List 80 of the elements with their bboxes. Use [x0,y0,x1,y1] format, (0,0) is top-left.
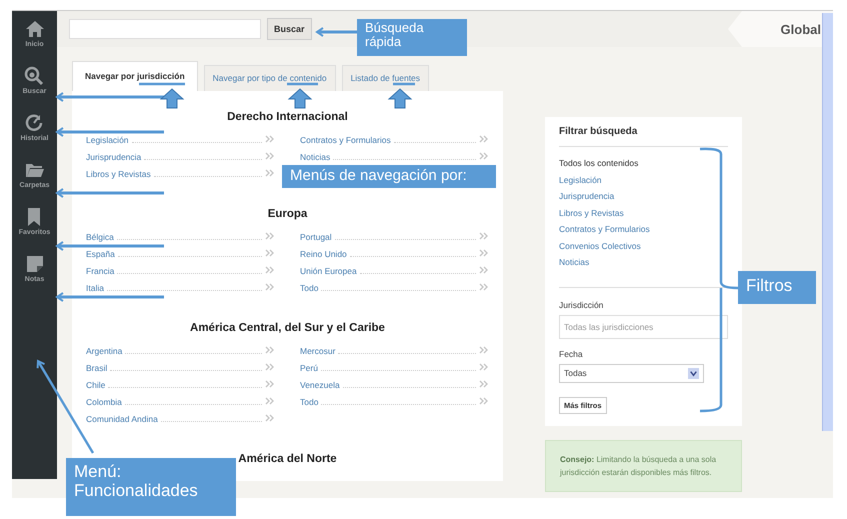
chevrons-icon [265,380,275,388]
chevrons-icon [265,232,275,240]
chevrons-icon [265,397,275,405]
search-field[interactable] [69,19,261,39]
scrollbar[interactable] [822,13,833,431]
chevrons-icon [265,249,275,257]
jurisdiction-field[interactable]: Todas las jurisdicciones [559,314,728,338]
tab[interactable]: Navegar por jurisdicción [72,61,198,91]
chevrons-icon [479,380,489,388]
filter-option[interactable]: Contratos y Formularios [559,221,650,238]
link[interactable]: España [86,249,115,259]
annotation-arrow [287,82,318,108]
date-dropdown[interactable]: Todas [559,364,704,382]
dropdown-arrow-icon [688,368,699,378]
section-heading: América Central, del Sur y el Caribe [189,322,386,334]
chevrons-icon [265,135,275,143]
annotation-label: Menú: Funcionalidades [66,458,236,516]
annotation-label: Menús de navegación por: [282,165,496,188]
section-heading: América del Norte [237,453,338,465]
link[interactable]: Argentina [86,346,122,356]
link[interactable]: Venezuela [300,380,340,390]
link[interactable]: Brasil [86,363,108,373]
link[interactable]: Perú [300,363,318,373]
filter-option[interactable]: Todos los contenidos [559,155,638,172]
link[interactable]: Reino Unido [300,249,347,259]
chevrons-icon [479,283,489,291]
home-icon [24,19,44,39]
annotation-label: Filtros [738,271,816,304]
annotation-arrow [388,82,415,108]
link[interactable]: Libros y Revistas [86,169,151,179]
scope-tab[interactable]: Global [728,11,833,47]
annotation-label: Búsqueda rápida [357,19,467,56]
section-heading: Europa [266,208,308,220]
search-button[interactable]: Buscar [267,18,312,40]
chevrons-icon [265,266,275,274]
link[interactable]: Chile [86,380,106,390]
tab[interactable]: Listado de fuentes [342,65,430,91]
tip-message: Consejo: Limitando la búsqueda a una sola jurisdicción estarán disponibles más filtros. [545,440,742,492]
link[interactable]: Francia [86,266,114,276]
link[interactable]: Portugal [300,232,332,242]
link[interactable]: Todo [300,397,318,407]
link[interactable]: Jurisprudencia [86,152,142,162]
link[interactable]: Legislación [86,135,129,145]
filter-title: Filtrar búsqueda [559,126,638,137]
filter-option[interactable]: Libros y Revistas [559,204,624,221]
chevrons-icon [265,152,275,160]
chevrons-icon [479,152,489,160]
chevrons-icon [265,283,275,291]
link[interactable]: Mercosur [300,346,336,356]
chevrons-icon [479,135,489,143]
chevrons-icon [479,397,489,405]
tab[interactable]: Navegar por tipo de contenido [204,65,336,91]
chevrons-icon [265,346,275,354]
chevrons-icon [265,363,275,371]
chevrons-icon [265,414,275,422]
link[interactable]: Noticias [300,152,330,162]
section-heading: Derecho Internacional [226,111,349,123]
link[interactable]: Bélgica [86,232,114,242]
note-icon [24,254,44,274]
link[interactable]: Contratos y Formularios [300,135,391,145]
chevrons-icon [265,169,275,177]
chevrons-icon [479,232,489,240]
history-icon [24,113,44,133]
filter-option[interactable]: Jurisprudencia [559,188,614,204]
filter-option[interactable]: Noticias [559,254,590,270]
filter-option[interactable]: Convenios Colectivos [559,238,641,254]
chevrons-icon [479,346,489,354]
link[interactable]: Italia [86,283,104,293]
chevrons-icon [479,363,489,371]
annotation-arrow [316,27,357,37]
chevrons-icon [479,249,489,257]
link[interactable]: Todo [300,283,318,293]
search-icon [24,66,44,86]
filter-option[interactable]: Legislación [559,172,602,188]
link[interactable]: Colombia [86,397,122,407]
link[interactable]: Unión Europea [300,266,357,276]
link[interactable]: Comunidad Andina [86,414,158,424]
field-label: Fecha [559,348,583,358]
chevrons-icon [479,266,489,274]
field-label: Jurisdicción [559,300,604,310]
